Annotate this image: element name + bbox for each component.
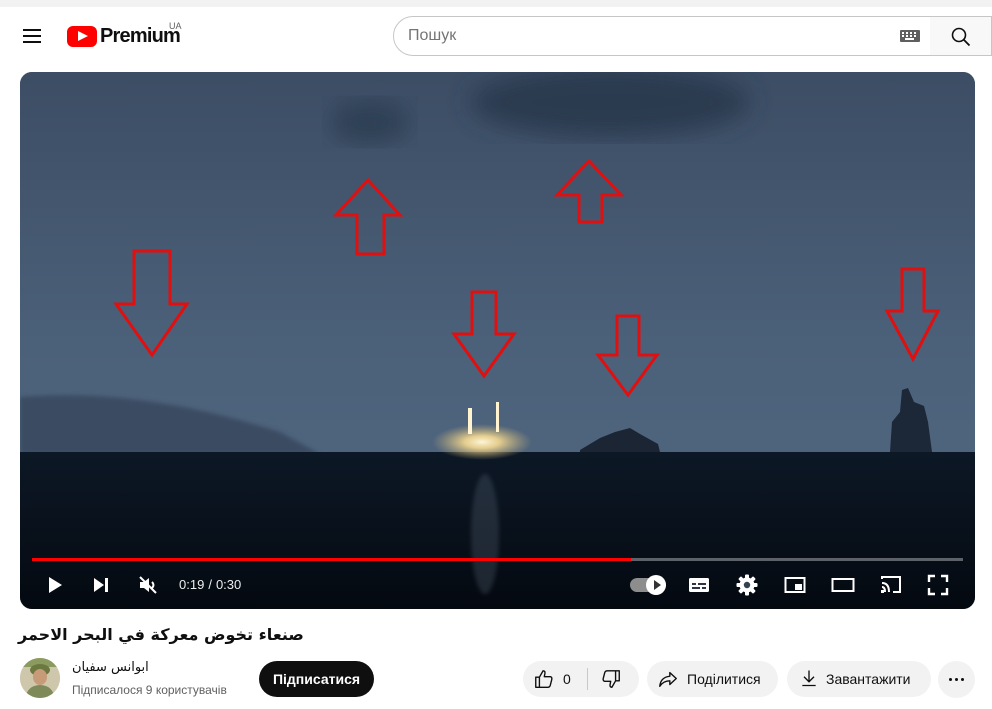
time-display: 0:19/0:30 bbox=[179, 577, 241, 592]
settings-button[interactable] bbox=[729, 570, 765, 600]
channel-avatar-image bbox=[20, 658, 60, 698]
masthead-divider bbox=[0, 0, 992, 7]
theater-mode-button[interactable] bbox=[825, 570, 861, 600]
dislike-button[interactable] bbox=[588, 661, 639, 697]
logo-text: Premium bbox=[100, 24, 181, 47]
guide-menu-button[interactable] bbox=[14, 19, 50, 55]
keyboard-icon[interactable] bbox=[900, 30, 920, 42]
menu-icon-line bbox=[23, 41, 41, 43]
like-button[interactable]: 0 bbox=[523, 661, 587, 697]
play-icon bbox=[49, 577, 62, 593]
mute-icon bbox=[139, 576, 157, 594]
video-player[interactable]: 0:19/0:30 bbox=[20, 72, 975, 609]
miniplayer-button[interactable] bbox=[777, 570, 813, 600]
share-icon bbox=[659, 671, 677, 688]
more-dot-icon bbox=[955, 678, 958, 681]
fullscreen-button[interactable] bbox=[920, 570, 956, 600]
autoplay-toggle[interactable] bbox=[630, 575, 666, 595]
miniplayer-icon bbox=[784, 577, 806, 593]
mute-button[interactable] bbox=[130, 570, 166, 600]
time-separator: / bbox=[208, 577, 212, 592]
more-dot-icon bbox=[961, 678, 964, 681]
search-button[interactable] bbox=[930, 16, 992, 56]
subscribe-button[interactable]: Підписатися bbox=[259, 661, 374, 697]
settings-icon bbox=[736, 574, 758, 596]
masthead: Premium UA bbox=[0, 0, 992, 64]
fullscreen-icon bbox=[927, 574, 949, 596]
subtitles-button[interactable] bbox=[681, 570, 717, 600]
menu-icon-line bbox=[23, 35, 41, 37]
play-button[interactable] bbox=[36, 570, 72, 600]
search-box bbox=[393, 16, 931, 56]
duration: 0:30 bbox=[215, 577, 242, 592]
theater-icon bbox=[831, 578, 855, 592]
more-actions-button[interactable] bbox=[938, 661, 975, 698]
subtitles-icon bbox=[689, 578, 709, 592]
next-icon bbox=[94, 578, 108, 592]
channel-name[interactable]: ابوانس سفيان bbox=[72, 660, 149, 675]
share-button[interactable]: Поділитися bbox=[647, 661, 778, 697]
more-dot-icon bbox=[949, 678, 952, 681]
current-time: 0:19 bbox=[179, 577, 205, 592]
download-label: Завантажити bbox=[826, 671, 911, 687]
search-input[interactable] bbox=[408, 25, 878, 47]
next-button[interactable] bbox=[83, 570, 119, 600]
cast-button[interactable] bbox=[873, 570, 909, 600]
youtube-premium-logo[interactable]: Premium bbox=[67, 24, 181, 48]
video-frame bbox=[20, 72, 975, 609]
thumbs-up-icon bbox=[535, 670, 553, 688]
channel-avatar[interactable] bbox=[20, 658, 60, 698]
cast-icon bbox=[881, 576, 901, 593]
progress-bar-played bbox=[32, 558, 631, 561]
download-icon bbox=[802, 670, 816, 687]
share-label: Поділитися bbox=[687, 671, 761, 687]
autoplay-knob-icon bbox=[646, 575, 666, 595]
menu-icon-line bbox=[23, 29, 41, 31]
search-icon bbox=[951, 27, 971, 47]
video-title: صنعاء تخوض معركة في البحر الاحمر bbox=[18, 625, 304, 644]
like-dislike-group: 0 bbox=[523, 661, 639, 697]
logo-region-code: UA bbox=[169, 21, 182, 31]
subscriber-count: Підписалося 9 користувачів bbox=[72, 683, 227, 697]
like-count: 0 bbox=[563, 671, 571, 687]
youtube-play-logo-icon bbox=[67, 25, 97, 47]
progress-bar[interactable] bbox=[32, 558, 963, 561]
download-button[interactable]: Завантажити bbox=[787, 661, 931, 697]
thumbs-down-icon bbox=[602, 670, 620, 688]
